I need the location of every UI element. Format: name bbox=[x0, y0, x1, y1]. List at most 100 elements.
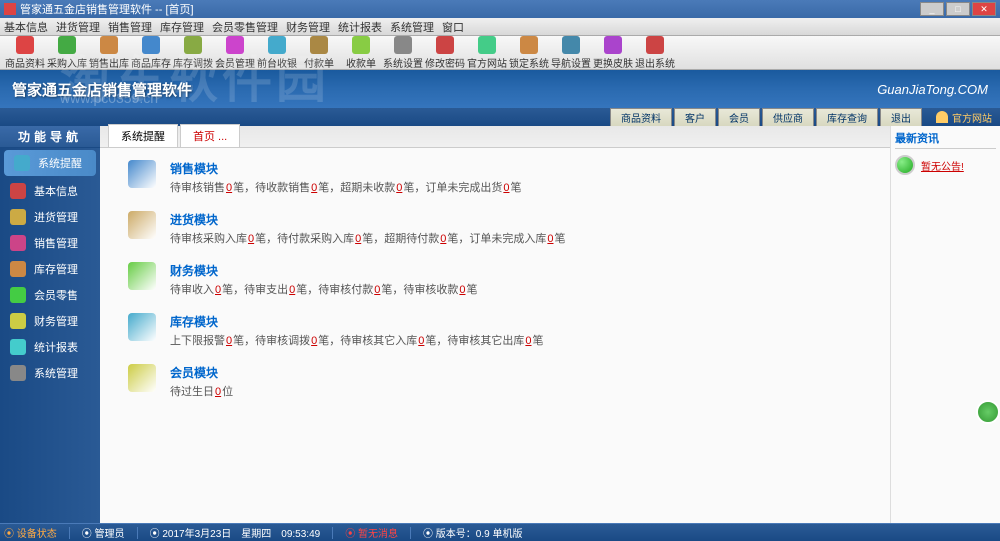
quicknav-button[interactable]: 商品资料 bbox=[610, 108, 672, 127]
menu-item[interactable]: 窗口 bbox=[442, 19, 464, 35]
toolbar-button[interactable]: 导航设置 bbox=[550, 36, 592, 70]
status-separator bbox=[69, 527, 70, 539]
sidebar-icon bbox=[10, 261, 26, 277]
toolbar-button[interactable]: 锁定系统 bbox=[508, 36, 550, 70]
menu-item[interactable]: 系统管理 bbox=[390, 19, 434, 35]
sidebar-icon bbox=[10, 287, 26, 303]
toolbar-button[interactable]: 系统设置 bbox=[382, 36, 424, 70]
module-desc: 待审核采购入库0笔，待付款采购入库0笔，超期待付款0笔，订单未完成入库0笔 bbox=[170, 230, 862, 246]
toolbar-button[interactable]: 修改密码 bbox=[424, 36, 466, 70]
count-link[interactable]: 0 bbox=[440, 233, 446, 245]
sidebar-item[interactable]: 统计报表 bbox=[0, 334, 100, 360]
menu-item[interactable]: 销售管理 bbox=[108, 19, 152, 35]
main-layout: 功能导航 系统提醒基本信息进货管理销售管理库存管理会员零售财务管理统计报表系统管… bbox=[0, 126, 1000, 523]
toolbar-button[interactable]: 商品库存 bbox=[130, 36, 172, 70]
toolbar-label: 付款单 bbox=[304, 55, 334, 70]
toolbar-button[interactable]: 会员管理 bbox=[214, 36, 256, 70]
sidebar: 功能导航 系统提醒基本信息进货管理销售管理库存管理会员零售财务管理统计报表系统管… bbox=[0, 126, 100, 523]
status-item: ⦿ 管理员 bbox=[82, 525, 125, 540]
sidebar-item-label: 基本信息 bbox=[34, 183, 78, 199]
count-link[interactable]: 0 bbox=[355, 233, 361, 245]
toolbar: 商品资料采购入库销售出库商品库存库存调拨会员管理前台收银付款单收款单系统设置修改… bbox=[0, 36, 1000, 70]
count-link[interactable]: 0 bbox=[396, 182, 402, 194]
globe-icon bbox=[895, 155, 915, 175]
menu-item[interactable]: 统计报表 bbox=[338, 19, 382, 35]
count-link[interactable]: 0 bbox=[226, 335, 232, 347]
count-link[interactable]: 0 bbox=[374, 284, 380, 296]
sidebar-item[interactable]: 财务管理 bbox=[0, 308, 100, 334]
count-link[interactable]: 0 bbox=[503, 182, 509, 194]
menu-item[interactable]: 会员零售管理 bbox=[212, 19, 278, 35]
count-link[interactable]: 0 bbox=[459, 284, 465, 296]
count-link[interactable]: 0 bbox=[418, 335, 424, 347]
module-title: 销售模块 bbox=[170, 160, 862, 177]
status-separator bbox=[410, 527, 411, 539]
menu-item[interactable]: 进货管理 bbox=[56, 19, 100, 35]
quicknav-button[interactable]: 供应商 bbox=[762, 108, 814, 127]
toolbar-label: 库存调拨 bbox=[173, 55, 213, 70]
count-link[interactable]: 0 bbox=[311, 335, 317, 347]
toolbar-button[interactable]: 商品资料 bbox=[4, 36, 46, 70]
statusbar: ⦿ 设备状态⦿ 管理员⦿ 2017年3月23日 星期四 09:53:49⦿ 暂无… bbox=[0, 523, 1000, 541]
right-panel-header: 最新资讯 bbox=[895, 130, 996, 149]
toolbar-label: 系统设置 bbox=[383, 55, 423, 70]
count-link[interactable]: 0 bbox=[525, 335, 531, 347]
module-row: 销售模块待审核销售0笔，待收款销售0笔，超期未收款0笔，订单未完成出货0笔 bbox=[128, 160, 862, 195]
count-link[interactable]: 0 bbox=[289, 284, 295, 296]
sidebar-item[interactable]: 基本信息 bbox=[0, 178, 100, 204]
toolbar-button[interactable]: 更换皮肤 bbox=[592, 36, 634, 70]
toolbar-button[interactable]: 付款单 bbox=[298, 36, 340, 70]
quicknav-link[interactable]: 官方网站 bbox=[936, 110, 992, 125]
tab[interactable]: 首页 ... bbox=[180, 124, 240, 147]
module-icon bbox=[128, 364, 156, 392]
toolbar-icon bbox=[226, 36, 244, 54]
count-link[interactable]: 0 bbox=[311, 182, 317, 194]
float-help-button[interactable] bbox=[976, 400, 1000, 424]
maximize-button[interactable]: □ bbox=[946, 2, 970, 16]
module-icon bbox=[128, 262, 156, 290]
count-link[interactable]: 0 bbox=[215, 386, 221, 398]
count-link[interactable]: 0 bbox=[215, 284, 221, 296]
toolbar-button[interactable]: 退出系统 bbox=[634, 36, 676, 70]
toolbar-button[interactable]: 前台收银 bbox=[256, 36, 298, 70]
quicknav-button[interactable]: 会员 bbox=[718, 108, 760, 127]
module-row: 库存模块上下限报警0笔，待审核调拨0笔，待审核其它入库0笔，待审核其它出库0笔 bbox=[128, 313, 862, 348]
count-link[interactable]: 0 bbox=[226, 182, 232, 194]
module-icon bbox=[128, 160, 156, 188]
toolbar-icon bbox=[184, 36, 202, 54]
toolbar-label: 商品库存 bbox=[131, 55, 171, 70]
toolbar-button[interactable]: 收款单 bbox=[340, 36, 382, 70]
sidebar-item-label: 销售管理 bbox=[34, 235, 78, 251]
sidebar-icon bbox=[10, 313, 26, 329]
minimize-button[interactable]: _ bbox=[920, 2, 944, 16]
count-link[interactable]: 0 bbox=[248, 233, 254, 245]
sidebar-item[interactable]: 系统管理 bbox=[0, 360, 100, 386]
toolbar-label: 导航设置 bbox=[551, 55, 591, 70]
tab[interactable]: 系统提醒 bbox=[108, 124, 178, 147]
toolbar-button[interactable]: 官方网站 bbox=[466, 36, 508, 70]
toolbar-button[interactable]: 库存调拨 bbox=[172, 36, 214, 70]
sidebar-item[interactable]: 销售管理 bbox=[0, 230, 100, 256]
news-link[interactable]: 暂无公告! bbox=[921, 158, 964, 173]
menu-item[interactable]: 库存管理 bbox=[160, 19, 204, 35]
sidebar-item[interactable]: 会员零售 bbox=[0, 282, 100, 308]
module-icon bbox=[128, 211, 156, 239]
quicknav-button[interactable]: 客户 bbox=[674, 108, 716, 127]
sidebar-item[interactable]: 进货管理 bbox=[0, 204, 100, 230]
toolbar-icon bbox=[310, 36, 328, 54]
window-titlebar: 管家通五金店销售管理软件 -- [首页] _ □ ✕ bbox=[0, 0, 1000, 18]
quicknav-button[interactable]: 退出 bbox=[880, 108, 922, 127]
toolbar-label: 商品资料 bbox=[5, 55, 45, 70]
sidebar-item[interactable]: 库存管理 bbox=[0, 256, 100, 282]
menu-item[interactable]: 基本信息 bbox=[4, 19, 48, 35]
news-item: 暂无公告! bbox=[895, 155, 996, 175]
toolbar-icon bbox=[58, 36, 76, 54]
menu-item[interactable]: 财务管理 bbox=[286, 19, 330, 35]
toolbar-button[interactable]: 采购入库 bbox=[46, 36, 88, 70]
close-button[interactable]: ✕ bbox=[972, 2, 996, 16]
quicknav-button[interactable]: 库存查询 bbox=[816, 108, 878, 127]
sidebar-item[interactable]: 系统提醒 bbox=[4, 150, 96, 176]
toolbar-label: 退出系统 bbox=[635, 55, 675, 70]
count-link[interactable]: 0 bbox=[547, 233, 553, 245]
toolbar-button[interactable]: 销售出库 bbox=[88, 36, 130, 70]
